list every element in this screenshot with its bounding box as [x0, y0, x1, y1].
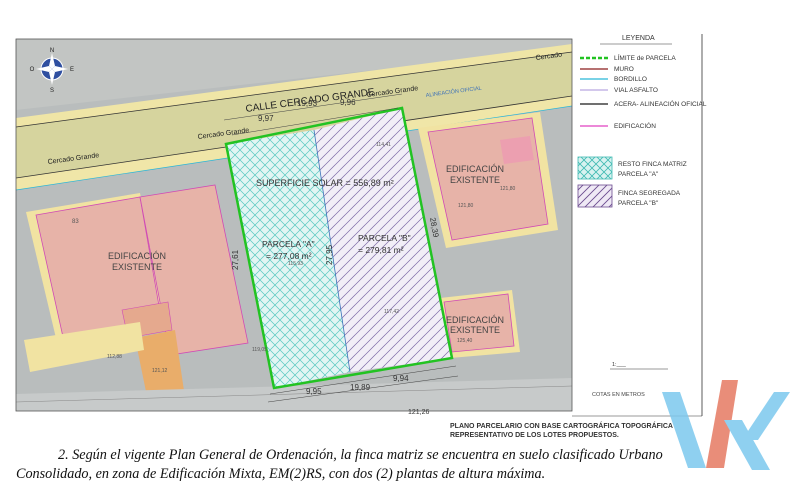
building-label: EXISTENTE	[450, 175, 500, 185]
parcel-plan-map: N S O E CALLE CERCADO GRANDE Cercado Gra…	[15, 34, 790, 470]
dimension-label: 27,95	[325, 244, 334, 265]
elevation-label: 119,05	[252, 347, 267, 353]
legend-item-label: EDIFICACIÓN	[614, 121, 656, 130]
building-label: EDIFICACIÓN	[108, 251, 166, 261]
dimension-label: 9,95	[306, 387, 322, 396]
elevation-label: 121,80	[458, 203, 474, 209]
plan-title-2: REPRESENTATIVO DE LOS LOTES PROPUESTOS.	[450, 432, 619, 439]
scale-label: COTAS EN METROS	[592, 392, 645, 398]
legend-item-label: BORDILLO	[614, 76, 647, 83]
dimension-label: 9,96	[340, 98, 356, 107]
building-label: EXISTENTE	[450, 325, 500, 335]
svg-text:E: E	[70, 67, 74, 73]
legend-segregada-1: FINCA SEGREGADA	[618, 190, 681, 197]
parcela-a-label: PARCELA "A"	[262, 239, 315, 249]
elevation-label: 121,80	[500, 186, 516, 192]
elevation-label: 112,88	[107, 354, 122, 360]
scale-bar-text: 1:___	[612, 362, 627, 368]
legend-item-label: MURO	[614, 66, 634, 73]
svg-text:O: O	[30, 67, 35, 73]
legend-swatch-parcela-b	[577, 184, 613, 208]
svg-text:S: S	[50, 88, 54, 94]
elevation-label: 121,12	[152, 368, 168, 374]
building-label: EDIFICACIÓN	[446, 164, 504, 174]
legend-swatch-parcela-a	[577, 156, 613, 180]
parcela-b-area: = 279,81 m²	[358, 245, 404, 255]
dimension-label: 19,93	[297, 99, 318, 108]
dimension-label: 19,89	[350, 383, 371, 392]
elevation-label: 114,41	[376, 142, 391, 148]
map-area	[16, 39, 572, 411]
elevation-label: 117,42	[384, 309, 399, 315]
caption-line-1: 2. Según el vigente Plan General de Orde…	[58, 447, 663, 463]
legend-segregada-2: PARCELA "B"	[618, 200, 659, 207]
svg-text:N: N	[50, 48, 54, 54]
legend-title: LEYENDA	[622, 35, 655, 42]
elevation-label: 83	[72, 219, 79, 225]
caption: 2. Según el vigente Plan General de Orde…	[16, 446, 796, 484]
elevation-label: 115,93	[288, 261, 303, 267]
plan-title-1: PLANO PARCELARIO CON BASE CARTOGRÁFICA T…	[450, 421, 673, 430]
parcela-b-label: PARCELA "B"	[358, 233, 411, 243]
building-label: EDIFICACIÓN	[446, 315, 504, 325]
dimension-label: 9,94	[393, 374, 409, 383]
dimension-label: 9,97	[258, 114, 274, 123]
dimension-label: 27,61	[231, 249, 240, 270]
superficie-label: SUPERFICIE SOLAR = 556,89 m²	[256, 178, 394, 188]
dimension-label: 121,26	[408, 409, 430, 416]
building-label: EXISTENTE	[112, 262, 162, 272]
elevation-label: 125,40	[457, 338, 473, 344]
legend-item-label: LÍMITE de PARCELA	[614, 53, 676, 62]
legend-item-label: ACERA- ALINEACIÓN OFICIAL	[614, 99, 707, 108]
legend-resto-2: PARCELA "A"	[618, 171, 659, 178]
parcela-a-area: = 277,08 m²	[266, 251, 312, 261]
legend-panel: LEYENDA LÍMITE de PARCELA MURO BORDILLO VIA…	[572, 34, 707, 417]
caption-line-2: Consolidado, en zona de Edificación Mixt…	[16, 466, 546, 482]
legend-resto-1: RESTO FINCA MATRIZ	[618, 161, 687, 168]
legend-item-label: VIAL ASFALTO	[614, 87, 658, 94]
